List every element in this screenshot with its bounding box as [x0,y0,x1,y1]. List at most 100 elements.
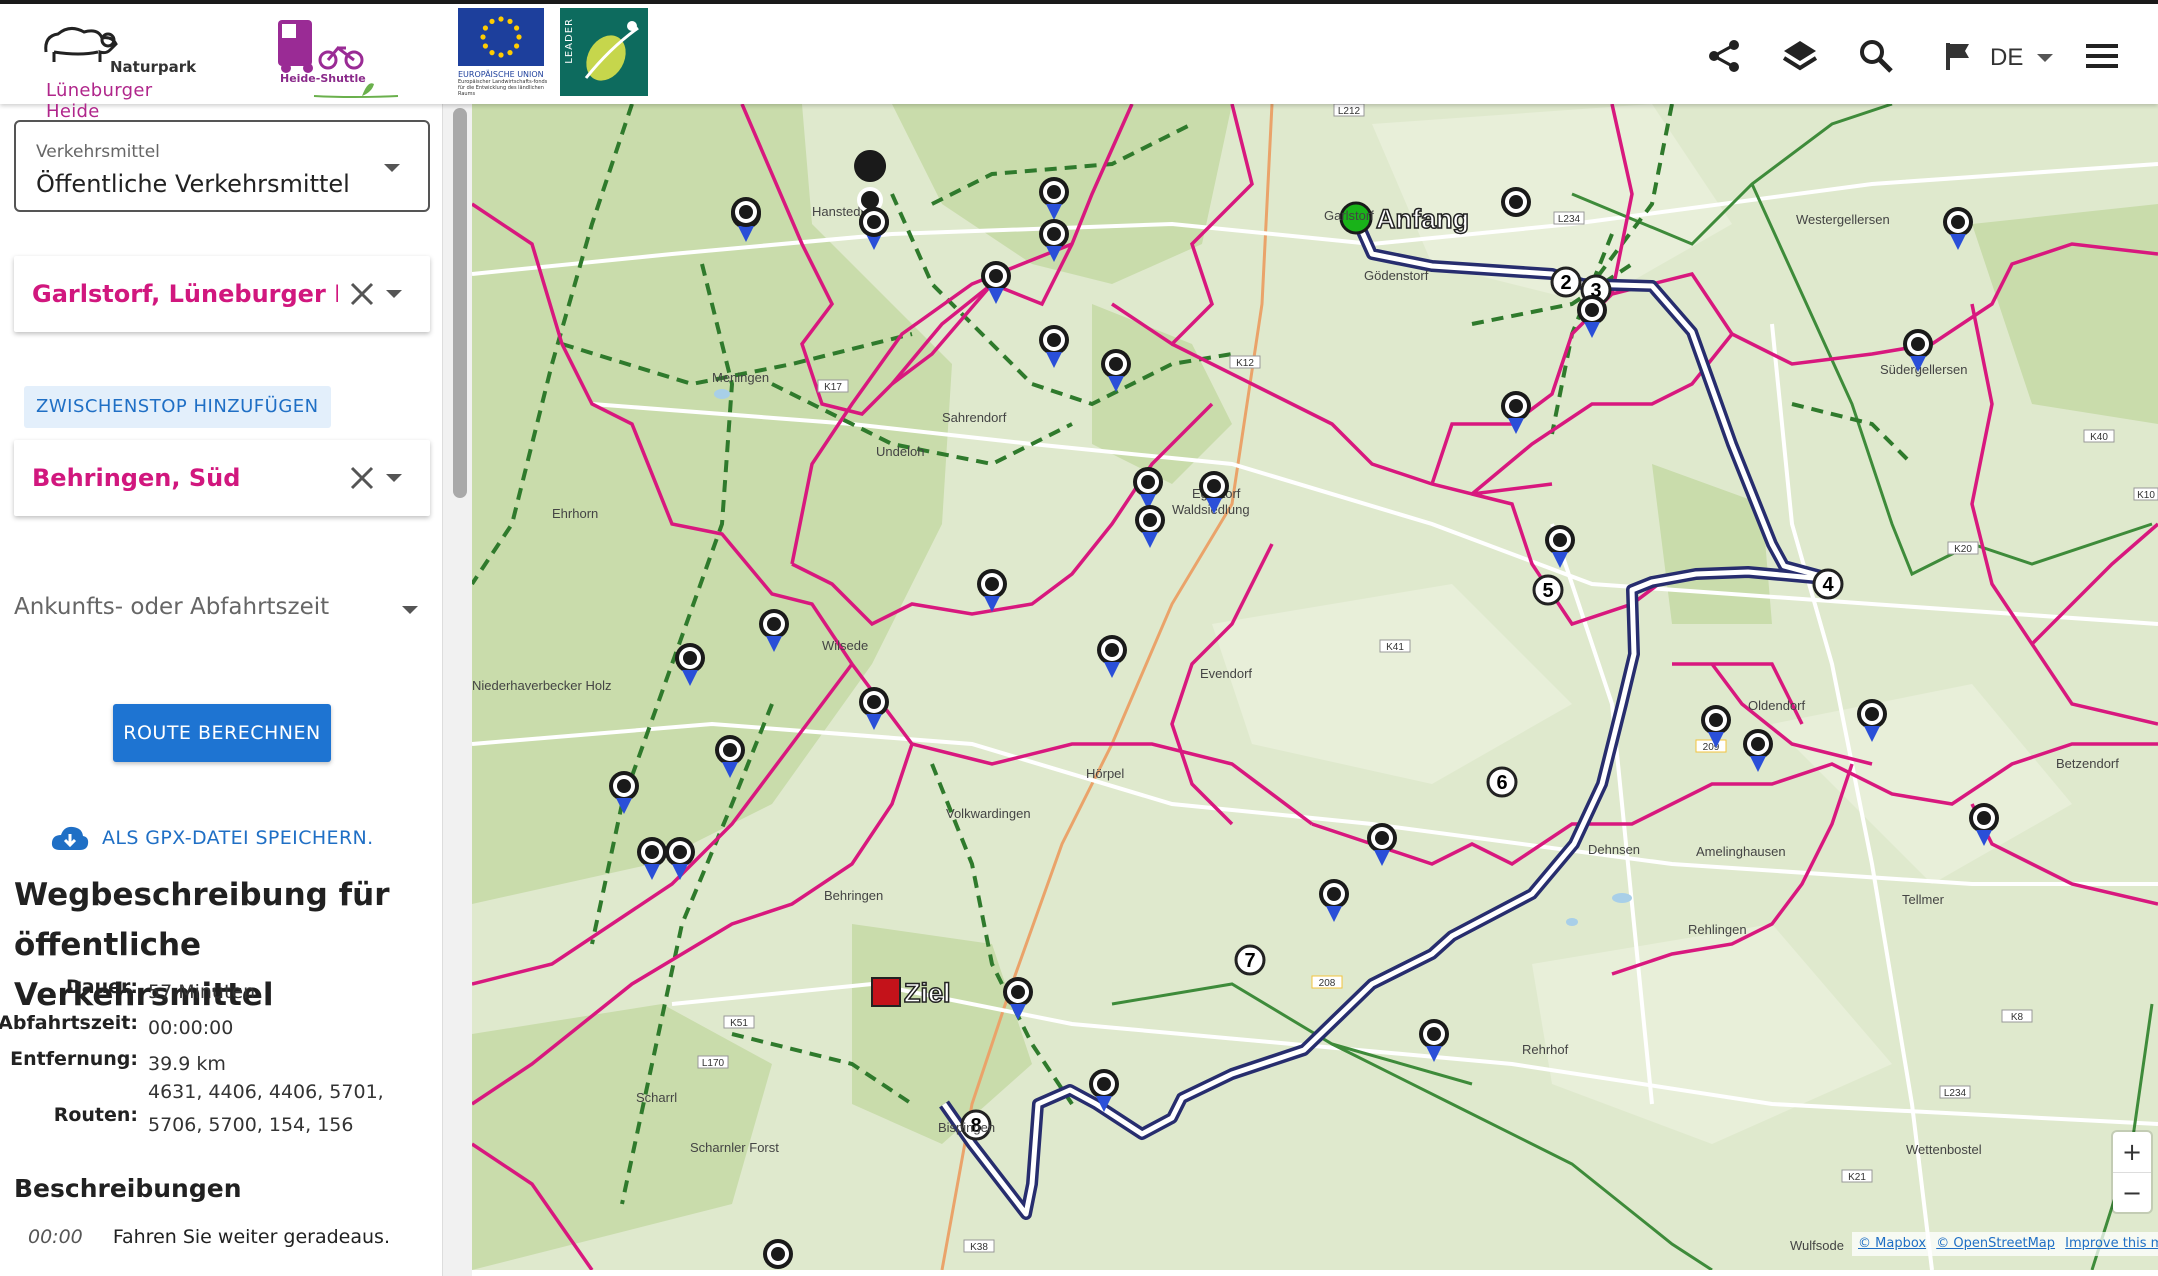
svg-text:Tellmer: Tellmer [1902,892,1945,907]
start-place-value[interactable]: Garlstorf, Lüneburger Land: [32,280,338,308]
poi-pin-icon[interactable] [1545,525,1575,568]
svg-text:4: 4 [1822,574,1834,596]
waypoint-marker[interactable]: 5 [1532,574,1564,606]
zoom-out-button[interactable]: − [2113,1172,2151,1212]
end-marker[interactable] [871,977,901,1007]
cloud-download-icon [51,826,89,850]
svg-text:L234: L234 [1944,1088,1967,1099]
save-gpx-button[interactable]: ALS GPX-DATEI SPEICHERN. [50,820,374,856]
svg-text:Ehrhorn: Ehrhorn [552,506,598,521]
poi-pin-icon[interactable] [1367,823,1397,866]
instruction-time: 00:00 [28,1226,83,1248]
waypoint-marker[interactable]: 7 [1234,944,1266,976]
naturpark-logo[interactable]: Naturpark Lüneburger Heide [36,18,206,122]
zoom-in-button[interactable]: + [2113,1132,2151,1172]
start-label: Anfang [1376,204,1469,234]
clear-start-icon[interactable] [344,276,380,312]
svg-text:208: 208 [1319,978,1336,989]
svg-text:K38: K38 [970,1242,988,1253]
svg-text:Evendorf: Evendorf [1200,666,1252,681]
svg-text:Scharnler Forst: Scharnler Forst [690,1140,779,1155]
calculate-route-button[interactable]: ROUTE BERECHNEN [113,704,331,762]
time-select[interactable]: Ankunfts- oder Abfahrtszeit [14,594,430,634]
svg-text:K51: K51 [730,1018,748,1029]
poi-pin-icon[interactable] [637,837,667,880]
destination-place-field[interactable]: Behringen, Süd [14,440,430,516]
svg-text:L234: L234 [1558,214,1581,225]
departure-value: 00:00:00 [148,1017,234,1039]
svg-text:K40: K40 [2090,432,2108,443]
osm-attribution-link[interactable]: © OpenStreetMap [1936,1236,2055,1251]
svg-text:Betzendorf: Betzendorf [2056,756,2119,771]
poi-pin-icon[interactable] [1501,391,1531,434]
waypoint-marker[interactable]: 2 [1550,266,1582,298]
svg-text:K21: K21 [1848,1172,1866,1183]
svg-text:Garlstorf: Garlstorf [1324,208,1374,223]
mapbox-attribution-link[interactable]: © Mapbox [1858,1236,1926,1251]
poi-pin-icon[interactable] [981,261,1011,304]
start-chevron-icon[interactable] [386,290,402,298]
poi-pin-icon[interactable] [763,1239,793,1269]
improve-map-link[interactable]: Improve this map [2065,1236,2158,1251]
shuttle-icon [278,20,364,73]
poi-pin-icon[interactable] [1943,207,1973,250]
end-label: Ziel [904,978,951,1008]
svg-text:Meningen: Meningen [712,370,769,385]
poi-pin-icon[interactable] [859,687,889,730]
poi-pin-icon[interactable] [1097,635,1127,678]
eu-title: EUROPÄISCHE UNION [458,70,544,79]
poi-pin-icon[interactable] [1319,879,1349,922]
sidebar-scrollbar[interactable] [442,104,472,1276]
descriptions-title: Beschreibungen [14,1174,242,1203]
zoom-controls: + − [2113,1132,2151,1212]
leader-logo[interactable]: LEADER [560,8,648,96]
poi-pin-icon[interactable] [1133,467,1163,510]
language-selector[interactable]: DE [1990,44,2023,72]
clear-destination-icon[interactable] [344,460,380,496]
svg-text:K20: K20 [1954,544,1972,555]
instruction-text: Fahren Sie weiter geradeaus. [112,1226,390,1248]
svg-text:Bispingen: Bispingen [938,1120,995,1135]
start-place-field[interactable]: Garlstorf, Lüneburger Land: [14,256,430,332]
poi-pin-icon[interactable] [1135,505,1165,548]
save-gpx-label: ALS GPX-DATEI SPEICHERN. [102,827,374,849]
layers-icon[interactable] [1778,34,1822,78]
map-canvas[interactable]: Anfang Ziel 2 3 4 5 6 7 8 Westergellerse… [472,104,2158,1270]
poi-pin-icon[interactable] [859,207,889,237]
time-chevron-icon[interactable] [402,606,418,614]
poi-pin-icon[interactable] [1577,295,1607,338]
scrollbar-thumb[interactable] [453,108,467,498]
poi-pin-icon[interactable] [977,569,1007,612]
poi-pin-icon[interactable] [665,837,695,880]
svg-text:Südergellersen: Südergellersen [1880,362,1967,377]
map-attribution: © Mapbox © OpenStreetMap Improve this ma… [1852,1232,2158,1256]
poi-pin-icon[interactable] [1501,187,1531,217]
eu-logo[interactable]: EUROPÄISCHE UNION Europäischer Landwirts… [458,8,548,100]
add-stop-button[interactable]: ZWISCHENSTOP HINZUFÜGEN [24,386,331,428]
destination-chevron-icon[interactable] [386,474,402,482]
menu-icon[interactable] [2080,34,2124,78]
svg-text:K8: K8 [2011,1012,2024,1023]
waypoint-marker[interactable]: 6 [1486,766,1518,798]
svg-text:2: 2 [1560,272,1571,294]
departure-label: Abfahrtszeit: [0,1012,138,1034]
search-icon[interactable] [1854,34,1898,78]
transport-select-label: Verkehrsmittel [36,142,160,162]
svg-text:Volkwardingen: Volkwardingen [946,806,1031,821]
duration-label: Dauer: [66,976,138,998]
poi-pin-icon[interactable] [1039,325,1069,368]
share-icon[interactable] [1702,34,1746,78]
poi-pin-icon[interactable] [1743,729,1773,772]
flag-icon[interactable] [1936,34,1980,78]
svg-text:K17: K17 [824,382,842,393]
transport-select[interactable]: Verkehrsmittel Öffentliche Verkehrsmitte… [14,120,430,212]
waypoint-marker[interactable]: 4 [1812,568,1844,600]
poi-pin-icon[interactable] [731,197,761,227]
naturpark-line1: Naturpark [110,58,197,76]
language-chevron-icon[interactable] [2037,54,2053,62]
destination-place-value[interactable]: Behringen, Süd [32,464,338,492]
svg-text:Dehnsen: Dehnsen [1588,842,1640,857]
transport-chevron-icon[interactable] [384,164,400,172]
heide-shuttle-logo[interactable]: Heide-Shuttle [272,14,402,100]
route-map[interactable]: Anfang Ziel 2 3 4 5 6 7 8 Westergellerse… [472,104,2158,1270]
